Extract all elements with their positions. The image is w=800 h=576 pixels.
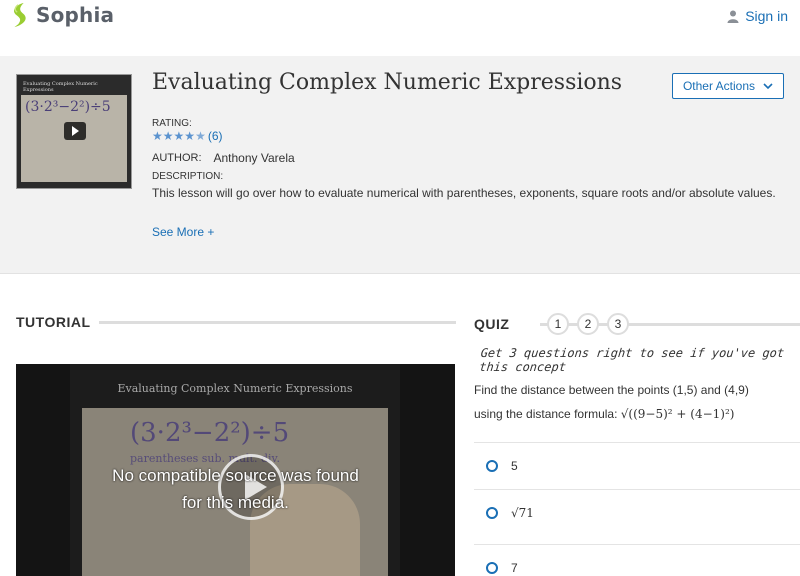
half-star-icon: ★ xyxy=(195,129,206,143)
rating-stars: ★ ★ ★ ★ ★ xyxy=(152,129,206,143)
author-row: AUTHOR: Anthony Varela xyxy=(152,151,295,165)
star-icon: ★ xyxy=(152,129,163,143)
answer-option-1[interactable]: 5 xyxy=(474,442,800,488)
user-icon xyxy=(727,10,739,23)
radio-button[interactable] xyxy=(486,459,498,472)
thumbnail-math: (3·2³−2²)÷5 xyxy=(25,99,111,115)
sophia-logo[interactable]: Sophia xyxy=(8,2,114,28)
distance-formula: √((9−5)² + (4−1)²) xyxy=(620,407,735,421)
answer-text: √71 xyxy=(511,505,534,520)
answer-text: 5 xyxy=(511,458,518,473)
top-bar: Sophia Sign in xyxy=(0,0,800,56)
tutorial-heading: TUTORIAL xyxy=(16,314,456,330)
author-label: AUTHOR: xyxy=(152,152,202,164)
radio-button[interactable] xyxy=(486,561,498,574)
video-error-message: No compatible source was found for this … xyxy=(16,462,455,516)
answer-option-3[interactable]: 7 xyxy=(474,544,800,576)
quiz-question-3-button[interactable]: 3 xyxy=(607,313,629,335)
thumbnail-play-icon[interactable] xyxy=(64,122,86,140)
thumbnail-title: Evaluating Complex Numeric Expressions xyxy=(23,81,98,93)
video-title: Evaluating Complex Numeric Expressions xyxy=(117,382,353,395)
star-icon: ★ xyxy=(184,129,196,143)
see-more-link[interactable]: See More + xyxy=(152,225,214,239)
author-name: Anthony Varela xyxy=(213,151,295,165)
question-line-2-row: using the distance formula: √((9−5)² + (… xyxy=(474,402,794,426)
quiz-label: QUIZ xyxy=(474,316,510,332)
tutorial-divider xyxy=(98,320,456,324)
video-math: (3·2³−2²)÷5 xyxy=(130,418,290,448)
sign-in-label: Sign in xyxy=(745,8,788,24)
video-error-line-2: for this media. xyxy=(182,493,289,512)
tutorial-label: TUTORIAL xyxy=(16,314,91,330)
rating-count[interactable]: (6) xyxy=(208,129,223,143)
quiz-heading: QUIZ 1 2 3 xyxy=(474,313,800,335)
sophia-logo-icon xyxy=(14,2,26,28)
chevron-down-icon xyxy=(763,82,773,89)
description-label: DESCRIPTION: xyxy=(152,171,224,182)
logo-text: Sophia xyxy=(36,3,115,27)
video-error-line-1: No compatible source was found xyxy=(112,466,359,485)
quiz-question-2-button[interactable]: 2 xyxy=(577,313,599,335)
lesson-title: Evaluating Complex Numeric Expressions xyxy=(152,70,623,95)
sign-in-link[interactable]: Sign in xyxy=(727,8,788,24)
other-actions-label: Other Actions xyxy=(682,79,756,93)
video-player[interactable]: Evaluating Complex Numeric Expressions (… xyxy=(16,364,455,576)
rating-label: RATING: xyxy=(152,118,192,129)
question-line-2: using the distance formula: xyxy=(474,407,618,421)
quiz-prompt: Get 3 questions right to see if you've g… xyxy=(478,346,785,374)
radio-button[interactable] xyxy=(486,506,498,519)
star-icon: ★ xyxy=(173,129,185,143)
lesson-thumbnail[interactable]: Evaluating Complex Numeric Expressions (… xyxy=(16,74,132,189)
quiz-question: Find the distance between the points (1,… xyxy=(474,378,794,426)
other-actions-button[interactable]: Other Actions xyxy=(672,73,784,99)
description-text: This lesson will go over how to evaluate… xyxy=(152,186,776,200)
star-icon: ★ xyxy=(162,129,174,143)
answer-option-2[interactable]: √71 xyxy=(474,489,800,535)
answer-text: 7 xyxy=(511,560,518,575)
rating: ★ ★ ★ ★ ★ (6) xyxy=(152,129,223,143)
question-line-1: Find the distance between the points (1,… xyxy=(474,383,749,397)
quiz-question-1-button[interactable]: 1 xyxy=(547,313,569,335)
